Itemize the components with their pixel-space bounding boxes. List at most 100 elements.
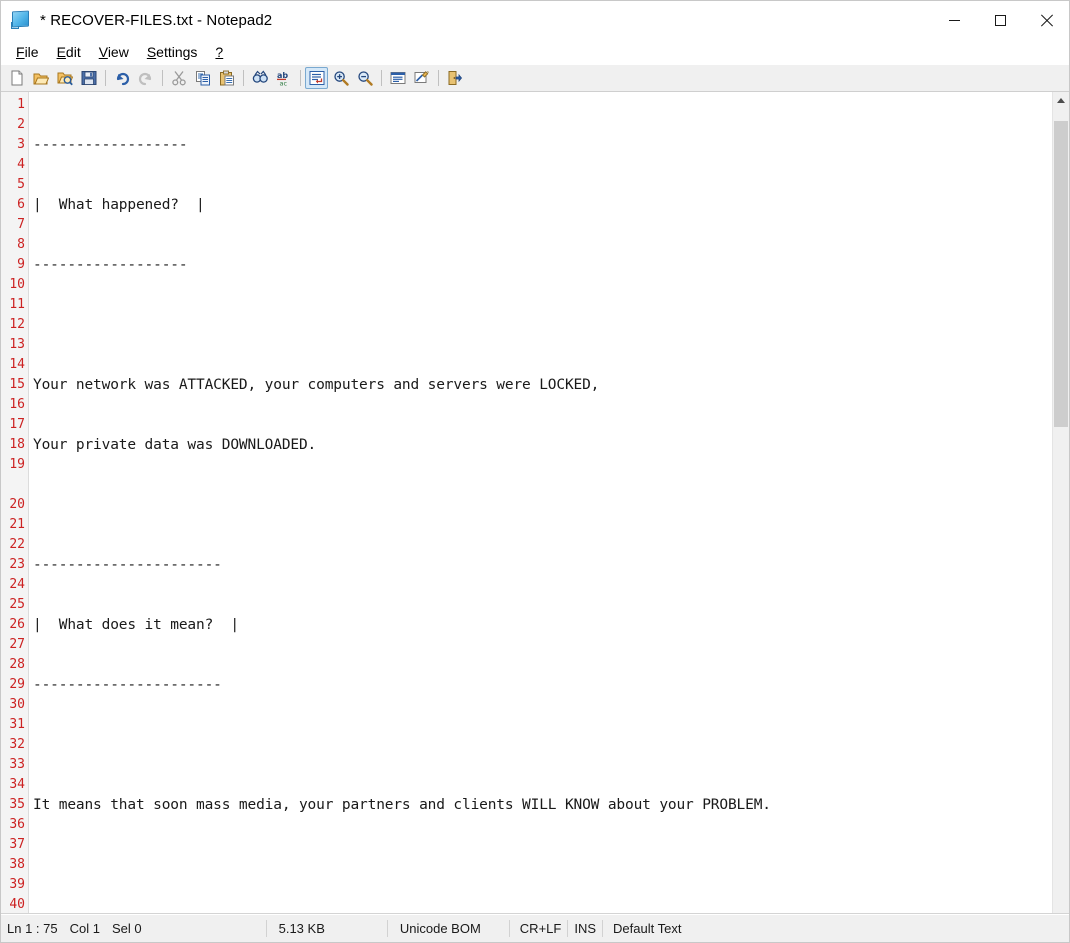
line-number: 37	[9, 837, 25, 852]
line-number-wrap-continuation: ·	[1, 475, 28, 495]
menu-view[interactable]: View	[90, 42, 138, 62]
line-number: 18	[9, 437, 25, 452]
text-line	[33, 735, 1052, 755]
line-number: 22	[9, 537, 25, 552]
line-number: 13	[9, 337, 25, 352]
toolbar: ab ac	[1, 65, 1069, 92]
line-number: 21	[9, 517, 25, 532]
scheme-options-icon[interactable]	[410, 67, 433, 89]
menu-settings[interactable]: Settings	[138, 42, 207, 62]
menu-help[interactable]: ?	[206, 42, 232, 62]
scrollbar-track[interactable]	[1053, 109, 1069, 913]
open-file-icon[interactable]	[29, 67, 52, 89]
text-line	[33, 315, 1052, 335]
word-wrap-icon[interactable]	[305, 67, 328, 89]
line-number: 34	[9, 777, 25, 792]
text-content[interactable]: ------------------ | What happened? | --…	[29, 92, 1052, 913]
line-number: 7	[17, 217, 25, 232]
menu-edit-label-rest: dit	[65, 44, 81, 60]
line-number: 17	[9, 417, 25, 432]
notepad2-window: * RECOVER-FILES.txt - Notepad2 File Edit…	[0, 0, 1070, 943]
close-button[interactable]	[1023, 1, 1069, 39]
separator-3	[243, 70, 244, 86]
replace-icon[interactable]: ab ac	[272, 67, 295, 89]
line-number: 9	[17, 257, 25, 272]
line-number: 40	[9, 897, 25, 912]
line-number: 35	[9, 797, 25, 812]
line-number: 8	[17, 237, 25, 252]
line-number: 24	[9, 577, 25, 592]
browse-file-icon[interactable]	[53, 67, 76, 89]
redo-icon[interactable]	[134, 67, 157, 89]
undo-icon[interactable]	[110, 67, 133, 89]
status-column: Col 1	[69, 921, 100, 936]
text-line: ----------------------	[33, 677, 222, 693]
separator-1	[105, 70, 106, 86]
save-file-icon[interactable]	[77, 67, 100, 89]
zoom-out-icon[interactable]	[353, 67, 376, 89]
text-line	[33, 855, 1052, 875]
status-scheme[interactable]: Default Text	[603, 915, 687, 942]
vertical-scrollbar[interactable]	[1052, 92, 1069, 913]
maximize-icon	[994, 14, 1006, 26]
title-bar[interactable]: * RECOVER-FILES.txt - Notepad2	[1, 1, 1069, 40]
editor-area[interactable]: 1 2 3 4 5 6 7 8 9 10 11 12 13 14 15 16 1…	[1, 92, 1069, 914]
line-number: 14	[9, 357, 25, 372]
exit-icon[interactable]	[443, 67, 466, 89]
status-line-position: Ln 1 : 75	[7, 921, 58, 936]
maximize-button[interactable]	[977, 1, 1023, 39]
menu-edit[interactable]: Edit	[48, 42, 90, 62]
menu-view-label-rest: iew	[107, 44, 129, 60]
status-file-size: 5.13 KB	[278, 921, 325, 936]
new-file-icon[interactable]	[5, 67, 28, 89]
find-icon[interactable]	[248, 67, 271, 89]
line-number: 27	[9, 637, 25, 652]
line-number: 20	[9, 497, 25, 512]
text-line: ----------------------	[33, 557, 222, 573]
line-number: 28	[9, 657, 25, 672]
line-number: 2	[17, 117, 25, 132]
line-number: 5	[17, 177, 25, 192]
status-line-endings[interactable]: CR+LF	[510, 915, 568, 942]
separator-6	[438, 70, 439, 86]
copy-icon[interactable]	[191, 67, 214, 89]
text-line: Your network was ATTACKED, your computer…	[33, 377, 600, 393]
paste-icon[interactable]	[215, 67, 238, 89]
minimize-button[interactable]	[931, 1, 977, 39]
line-number: 16	[9, 397, 25, 412]
separator-2	[162, 70, 163, 86]
line-number: 3	[17, 137, 25, 152]
text-line: ------------------	[33, 137, 188, 153]
line-number: 33	[9, 757, 25, 772]
text-line: | What happened? |	[33, 197, 205, 213]
window-title: * RECOVER-FILES.txt - Notepad2	[40, 11, 273, 29]
menu-bar: File Edit View Settings ?	[1, 40, 1069, 65]
line-number: 11	[9, 297, 25, 312]
minimize-icon	[948, 19, 960, 21]
scroll-up-arrow[interactable]	[1053, 92, 1069, 109]
status-insert-mode[interactable]: INS	[568, 915, 602, 942]
text-line: ------------------	[33, 257, 188, 273]
line-number: 12	[9, 317, 25, 332]
notepad2-document-icon	[10, 9, 32, 31]
status-encoding[interactable]: Unicode BOM	[388, 915, 487, 942]
line-number: 25	[9, 597, 25, 612]
line-number: 6	[17, 197, 25, 212]
text-line	[33, 495, 1052, 515]
status-bar: Ln 1 : 75 Col 1 Sel 0 5.13 KB Unicode BO…	[1, 914, 1069, 942]
scheme-icon[interactable]	[386, 67, 409, 89]
cut-icon[interactable]	[167, 67, 190, 89]
text-line: | What does it mean? |	[33, 617, 239, 633]
zoom-in-icon[interactable]	[329, 67, 352, 89]
menu-file[interactable]: File	[7, 42, 48, 62]
line-number: 36	[9, 817, 25, 832]
close-icon	[1040, 14, 1053, 27]
line-number: 10	[9, 277, 25, 292]
svg-text:ac: ac	[279, 80, 287, 87]
line-number: 39	[9, 877, 25, 892]
line-number-gutter: 1 2 3 4 5 6 7 8 9 10 11 12 13 14 15 16 1…	[1, 92, 29, 913]
line-number: 29	[9, 677, 25, 692]
chevron-up-icon	[1057, 98, 1065, 103]
line-number: 19	[9, 457, 25, 472]
scrollbar-thumb[interactable]	[1054, 121, 1068, 427]
